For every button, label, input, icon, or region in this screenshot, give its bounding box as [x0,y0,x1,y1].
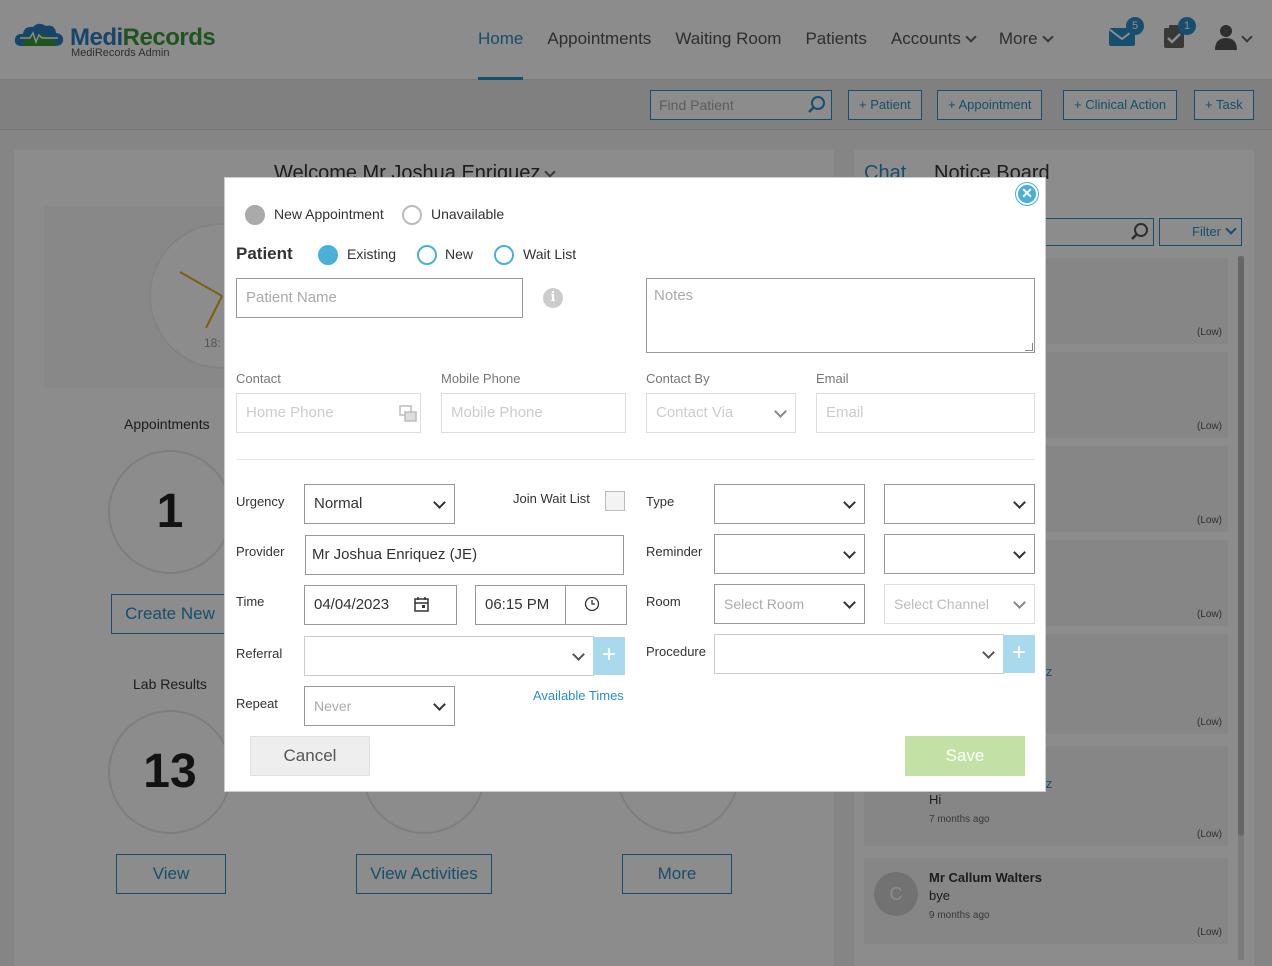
patient-name-input[interactable]: Patient Name [236,278,523,318]
chevron-down-icon [843,546,856,559]
add-referral-button[interactable]: + [593,637,625,675]
unavailable-label: Unavailable [431,206,505,222]
phone-switch-icon[interactable] [398,404,418,424]
urgency-select[interactable]: Normal [304,484,455,524]
repeat-label: Repeat [236,696,278,711]
urgency-value: Normal [314,495,363,512]
channel-placeholder: Select Channel [894,596,989,612]
procedure-select[interactable] [714,634,1004,674]
calendar-icon[interactable] [414,596,430,612]
date-input[interactable]: 04/04/2023 [304,585,457,625]
chevron-down-icon [433,496,446,509]
referral-select[interactable] [304,636,594,676]
mobile-phone-label: Mobile Phone [441,371,521,386]
type-secondary-select[interactable] [884,484,1035,524]
patient-section-title: Patient [236,244,293,263]
chevron-down-icon [1013,596,1026,609]
section-divider [236,459,1035,460]
referral-label: Referral [236,646,283,661]
procedure-label: Procedure [646,644,706,659]
radio-new-appointment[interactable] [245,205,265,225]
save-button[interactable]: Save [905,736,1025,776]
chevron-down-icon [774,405,787,418]
chevron-down-icon [982,646,995,659]
info-icon[interactable]: i [543,288,563,308]
provider-label: Provider [236,544,285,559]
close-icon[interactable]: ✕ [1016,183,1038,205]
contact-label: Contact [236,371,281,386]
reminder-label: Reminder [646,544,703,559]
new-appointment-label: New Appointment [274,206,384,222]
repeat-select[interactable]: Never [304,686,455,726]
cancel-button[interactable]: Cancel [250,736,370,776]
radio-wait-list[interactable] [494,245,514,265]
email-label: Email [816,371,849,386]
chevron-down-icon [572,648,585,661]
existing-label: Existing [347,246,397,262]
add-procedure-button[interactable]: + [1003,635,1035,673]
available-times-link[interactable]: Available Times [533,688,624,703]
time-input-divider [565,586,566,624]
new-appointment-modal: ✕ New Appointment Unavailable Patient Ex… [224,177,1046,792]
email-input[interactable]: Email [816,393,1035,433]
radio-new[interactable] [417,245,437,265]
chevron-down-icon [1013,546,1026,559]
chevron-down-icon [433,698,446,711]
room-placeholder: Select Room [724,596,805,612]
contact-by-label: Contact By [646,371,710,386]
mobile-phone-input[interactable]: Mobile Phone [441,393,626,433]
contact-via-placeholder: Contact Via [656,404,734,421]
chevron-down-icon [843,496,856,509]
time-input[interactable]: 06:15 PM [475,585,627,625]
home-phone-input[interactable]: Home Phone [236,393,421,433]
type-select[interactable] [714,484,865,524]
time-value: 06:15 PM [485,596,550,613]
notes-textarea[interactable]: Notes [646,278,1035,353]
new-label: New [445,246,474,262]
wait-list-label: Wait List [523,246,577,262]
chevron-down-icon [843,596,856,609]
room-select[interactable]: Select Room [714,584,865,624]
home-phone-placeholder: Home Phone [246,404,334,421]
resize-handle-icon[interactable] [1025,343,1033,351]
room-label: Room [646,594,681,609]
contact-via-select[interactable]: Contact Via [646,393,796,433]
join-wait-list-label: Join Wait List [513,491,590,506]
notes-placeholder: Notes [654,287,694,304]
repeat-value: Never [314,698,352,714]
reminder-secondary-select[interactable] [884,534,1035,574]
radio-existing[interactable] [318,245,338,265]
radio-unavailable[interactable] [402,205,422,225]
clock-icon[interactable] [584,596,600,612]
provider-input[interactable]: Mr Joshua Enriquez (JE) [305,535,624,575]
channel-select[interactable]: Select Channel [884,584,1035,624]
chevron-down-icon [1013,496,1026,509]
urgency-label: Urgency [236,494,285,509]
date-value: 04/04/2023 [314,596,390,613]
time-label: Time [236,594,265,609]
type-label: Type [646,494,675,509]
reminder-select[interactable] [714,534,865,574]
join-wait-list-checkbox[interactable] [605,491,625,511]
